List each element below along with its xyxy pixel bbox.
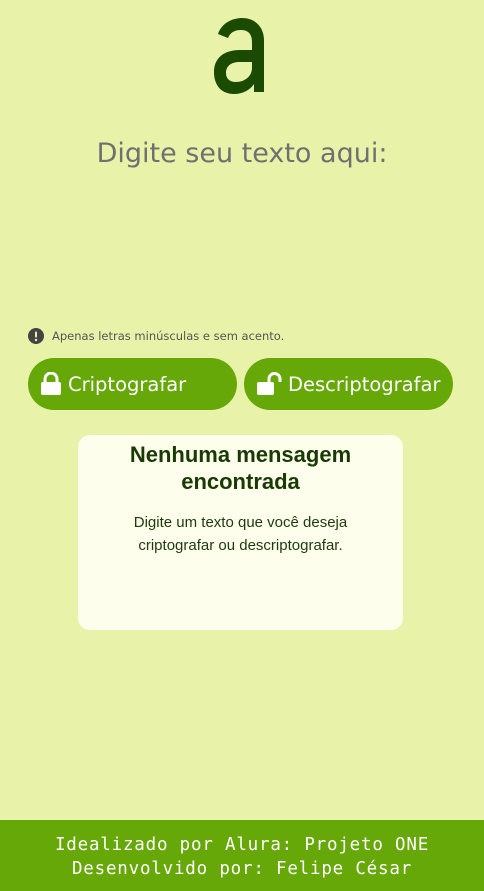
encrypt-button-label: Criptografar (68, 372, 187, 396)
output-card: Nenhuma mensagem encontrada Digite um te… (78, 435, 403, 630)
footer-line-author: Desenvolvido por: Felipe César (71, 859, 413, 879)
footer: Idealizado por Alura: Projeto ONE Desenv… (0, 820, 484, 891)
encrypt-button[interactable]: Criptografar (28, 358, 237, 410)
warning-text: Apenas letras minúsculas e sem acento. (52, 329, 285, 343)
output-title: Nenhuma mensagem encontrada (129, 442, 352, 494)
lock-icon (41, 372, 61, 395)
decrypt-button[interactable]: Descriptografar (244, 358, 453, 410)
decrypt-button-label: Descriptografar (288, 372, 441, 396)
message-input[interactable] (20, 132, 464, 312)
warning-note: Apenas letras minúsculas e sem acento. (28, 328, 284, 344)
footer-line-credit: Idealizado por Alura: Projeto ONE (54, 835, 430, 855)
output-text: Digite um texto que você deseja criptogr… (133, 514, 348, 554)
info-circle-icon (28, 328, 44, 344)
unlock-icon (257, 372, 282, 395)
alura-logo-icon (214, 18, 264, 94)
